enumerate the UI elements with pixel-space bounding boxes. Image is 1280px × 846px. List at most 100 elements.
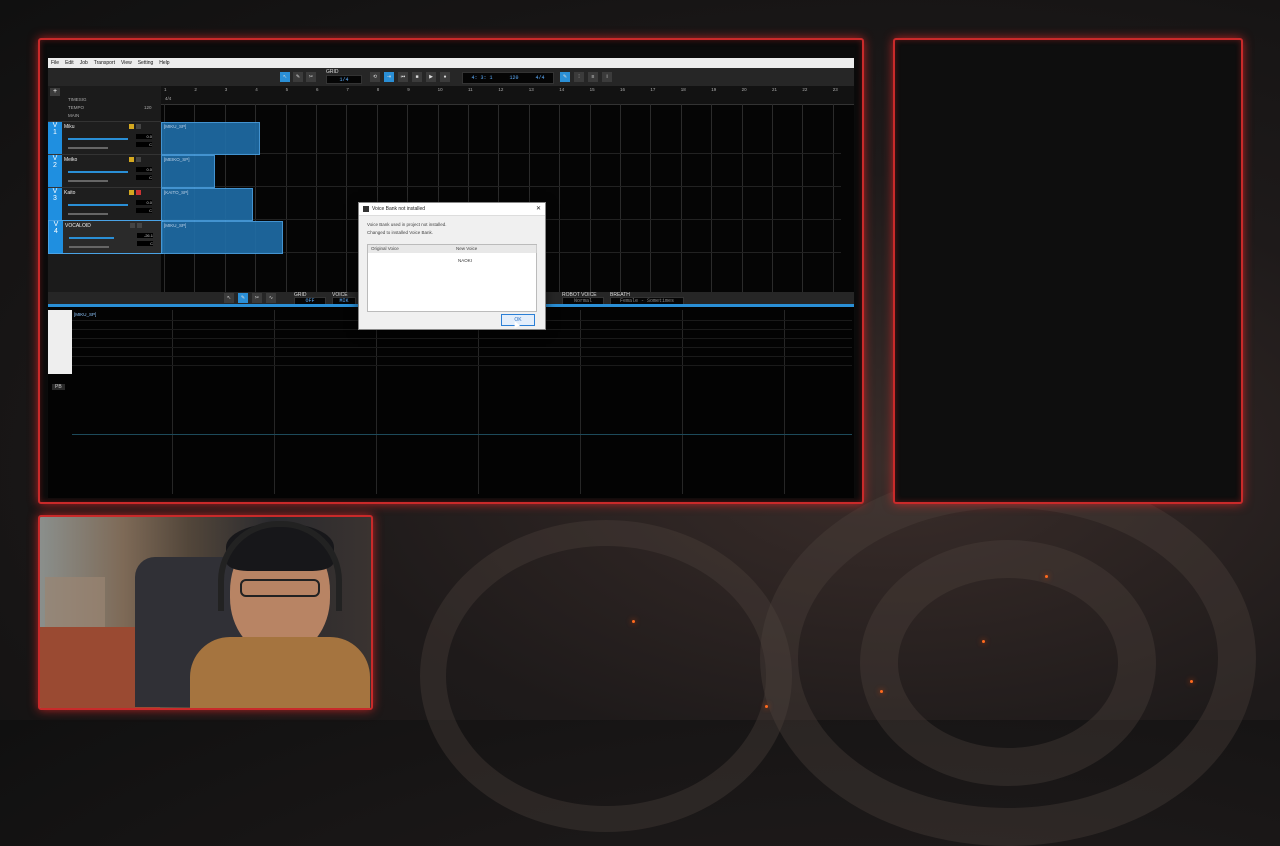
editor-row-line	[72, 338, 852, 339]
track-part[interactable]: [KAITO_SP]	[161, 188, 253, 221]
track-voice-button[interactable]: V1	[48, 122, 62, 154]
solo-button[interactable]	[136, 190, 141, 195]
new-voice-cell: NAOKI	[458, 258, 473, 263]
ruler-number: 19	[711, 87, 717, 92]
position-value: 4: 3: 1	[471, 75, 493, 81]
dialog-message-line1: Voice Bank used in project not installed…	[367, 222, 447, 227]
autoscroll-icon[interactable]: ⇥	[384, 72, 394, 82]
menu-file[interactable]: File	[48, 60, 62, 66]
grid-line	[559, 104, 561, 292]
rewind-icon[interactable]: ⏮	[398, 72, 408, 82]
mute-button[interactable]	[129, 157, 134, 162]
position-display: 4: 3: 1 120 4/4	[462, 72, 554, 84]
volume-value: 0.0	[136, 134, 152, 139]
stop-icon[interactable]: ■	[412, 72, 422, 82]
track-voice-button[interactable]: V4	[49, 221, 63, 253]
ruler-number: 2	[194, 87, 197, 92]
pan-slider[interactable]	[68, 213, 108, 215]
pencil-tool-icon[interactable]: ✎	[238, 293, 248, 303]
track-row-selected[interactable]: V4 VOCALOID -26.1 C	[48, 220, 163, 254]
part-label: [MIKU_SP]	[164, 124, 187, 129]
mute-button[interactable]	[130, 223, 135, 228]
volume-slider[interactable]	[68, 171, 128, 173]
volume-slider[interactable]	[68, 138, 128, 140]
pan-value: C	[136, 142, 152, 147]
tempo-row-label: TEMPO	[68, 105, 85, 110]
vibrato-tool-icon[interactable]: ∿	[266, 293, 276, 303]
track-name[interactable]: VOCALOID	[65, 223, 91, 229]
close-icon[interactable]: ✕	[536, 205, 541, 212]
pan-slider[interactable]	[69, 246, 109, 248]
grid-line	[772, 104, 773, 292]
solo-button[interactable]	[136, 124, 141, 129]
track-part[interactable]: [MEIKO_SP]	[161, 155, 215, 188]
track-name[interactable]: Miku	[64, 124, 75, 130]
timesig-value: 4/4	[535, 75, 545, 81]
pan-value: C	[136, 175, 152, 180]
play-icon[interactable]: ▶	[426, 72, 436, 82]
track-voice-button[interactable]: V3	[48, 188, 62, 220]
menu-help[interactable]: Help	[156, 60, 172, 66]
ruler-number: 11	[468, 87, 473, 92]
track-voice-button[interactable]: V2	[48, 155, 62, 187]
track-header-panel: + TIMESIG TEMPO 120 MAIN V1 Miku 0.0 C V…	[48, 86, 163, 292]
menu-transport[interactable]: Transport	[91, 60, 118, 66]
pencil-tool-icon[interactable]: ✎	[293, 72, 303, 82]
grid-line	[316, 104, 317, 292]
mixer-icon[interactable]: ⫶	[574, 72, 584, 82]
track-row[interactable]: V2 Meiko 0.0 C	[48, 154, 161, 187]
dialog-app-icon	[363, 206, 369, 212]
pitchbend-label[interactable]: PB	[52, 384, 65, 390]
piano-keyboard[interactable]	[48, 310, 72, 374]
dialog-title-bar: Voice Bank not installed ✕	[359, 203, 545, 216]
mute-button[interactable]	[129, 190, 134, 195]
column-new-voice: New Voice	[453, 245, 537, 253]
solo-button[interactable]	[136, 157, 141, 162]
volume-slider[interactable]	[69, 237, 114, 239]
grid-line	[711, 104, 713, 292]
record-icon[interactable]: ●	[440, 72, 450, 82]
mute-button[interactable]	[129, 124, 134, 129]
ruler-timesig: 4/4	[165, 96, 172, 101]
side-panel-frame	[893, 38, 1243, 504]
menu-edit[interactable]: Edit	[62, 60, 77, 66]
track-row[interactable]: V1 Miku 0.0 C	[48, 121, 161, 154]
track-name[interactable]: Kaito	[64, 190, 75, 196]
main-row-label: MAIN	[68, 113, 80, 118]
ember-particle	[765, 705, 768, 708]
master-tempo-value: 120	[144, 105, 152, 110]
timeline-ruler[interactable]: 4/4	[161, 86, 854, 105]
piano-roll-editor[interactable]: [MIKU_SP] PB	[48, 304, 854, 498]
part-name-label: [MIKU_SP]	[74, 312, 97, 317]
select-tool-icon[interactable]: ↖	[224, 293, 234, 303]
pan-slider[interactable]	[68, 147, 108, 149]
select-tool-icon[interactable]: ↖	[280, 72, 290, 82]
scissors-tool-icon[interactable]: ✂	[306, 72, 316, 82]
menu-bar: File Edit Job Transport View Setting Hel…	[48, 58, 854, 68]
info-icon[interactable]: i	[602, 72, 612, 82]
loop-icon[interactable]: ⟲	[370, 72, 380, 82]
grid-select[interactable]: 1/4	[326, 75, 362, 84]
track-part[interactable]: [MIKU_SP]	[161, 122, 260, 155]
ruler-number: 12	[498, 87, 504, 92]
ruler-number: 14	[559, 87, 565, 92]
editor-row-line	[72, 347, 852, 348]
ruler-number: 22	[802, 87, 808, 92]
ruler-number: 17	[650, 87, 656, 92]
add-track-button[interactable]: +	[50, 88, 60, 96]
webcam-frame	[38, 515, 373, 710]
scissors-tool-icon[interactable]: ✂	[252, 293, 262, 303]
solo-button[interactable]	[137, 223, 142, 228]
list-icon[interactable]: ≡	[588, 72, 598, 82]
menu-job[interactable]: Job	[77, 60, 91, 66]
note-edit-icon[interactable]: ✎	[560, 72, 570, 82]
menu-view[interactable]: View	[118, 60, 135, 66]
volume-slider[interactable]	[68, 204, 128, 206]
main-capture-frame: File Edit Job Transport View Setting Hel…	[38, 38, 864, 504]
track-row[interactable]: V3 Kaito 0.0 C	[48, 187, 161, 220]
menu-setting[interactable]: Setting	[135, 60, 157, 66]
track-part[interactable]: [MIKU_SP]	[161, 221, 283, 254]
pan-slider[interactable]	[68, 180, 108, 182]
volume-value: -26.1	[137, 233, 153, 238]
track-name[interactable]: Meiko	[64, 157, 77, 163]
